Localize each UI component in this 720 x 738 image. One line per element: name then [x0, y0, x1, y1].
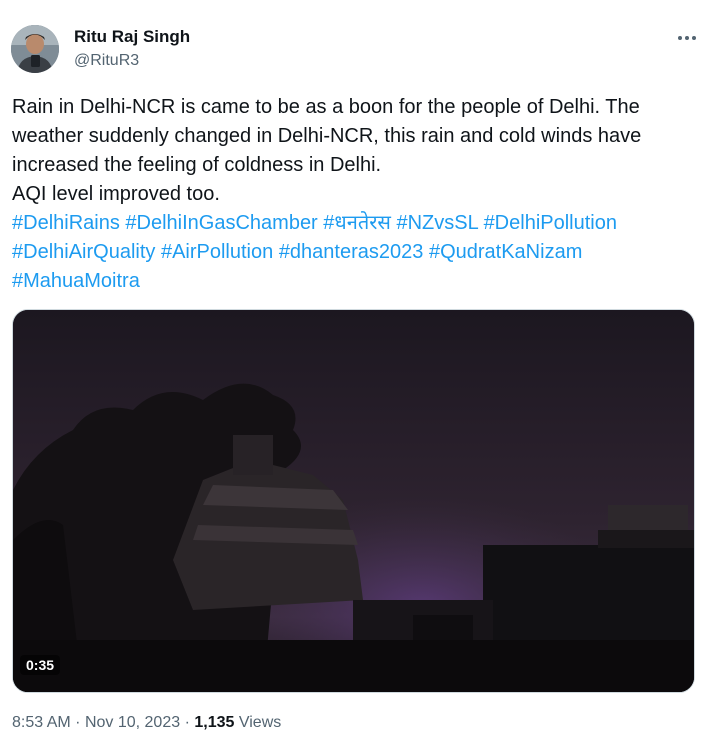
- hashtag-link[interactable]: #NZvsSL: [396, 212, 478, 234]
- tweet-date[interactable]: Nov 10, 2023: [85, 714, 180, 731]
- hashtag-link[interactable]: #MahuaMoitra: [12, 270, 140, 292]
- tweet-text: Rain in Delhi-NCR is came to be as a boo…: [12, 93, 702, 296]
- video-frame: [13, 310, 694, 692]
- more-horizontal-icon: [678, 36, 682, 40]
- tweet-text-line: #DelhiRains #DelhiInGasChamber #धनतेरस #…: [12, 209, 702, 238]
- hashtag-link[interactable]: #dhanteras2023: [279, 241, 424, 263]
- tweet-text-line: #MahuaMoitra: [12, 267, 702, 296]
- video-duration-badge: 0:35: [20, 655, 61, 675]
- tweet-text-segment: Rain in Delhi-NCR is came to be as a boo…: [12, 96, 640, 118]
- views-label: Views: [238, 714, 282, 731]
- tweet-text-line: AQI level improved too.: [12, 180, 702, 209]
- hashtag-link[interactable]: #AirPollution: [161, 241, 273, 263]
- tweet-text-line: #DelhiAirQuality #AirPollution #dhantera…: [12, 238, 702, 267]
- hashtag-link[interactable]: #DelhiPollution: [484, 212, 617, 234]
- tweet-meta: 8:53 AM · Nov 10, 2023 · 1,135 Views: [12, 714, 281, 732]
- more-horizontal-icon-dot: [685, 36, 689, 40]
- tweet-card: Ritu Raj Singh @RituR3 Rain in Delhi-NCR…: [0, 0, 720, 738]
- meta-separator: ·: [75, 714, 81, 731]
- more-horizontal-icon-dot: [692, 36, 696, 40]
- hashtag-link[interactable]: #DelhiRains: [12, 212, 120, 234]
- avatar-photo: [11, 25, 59, 73]
- tweet-text-line: increased the feeling of coldness in Del…: [12, 151, 702, 180]
- more-options-button[interactable]: [674, 28, 700, 48]
- avatar[interactable]: [11, 25, 59, 73]
- video-player[interactable]: [12, 309, 695, 693]
- hashtag-link[interactable]: #DelhiAirQuality: [12, 241, 155, 263]
- tweet-time[interactable]: 8:53 AM: [12, 714, 71, 731]
- tweet-text-line: Rain in Delhi-NCR is came to be as a boo…: [12, 93, 702, 122]
- views-count: 1,135: [194, 714, 235, 731]
- tweet-text-segment: increased the feeling of coldness in Del…: [12, 154, 382, 176]
- tweet-text-segment: AQI level improved too.: [12, 183, 220, 205]
- hashtag-link[interactable]: #DelhiInGasChamber: [125, 212, 317, 234]
- meta-separator: ·: [184, 714, 190, 731]
- hashtag-link[interactable]: #धनतेरस: [323, 212, 391, 234]
- tweet-text-segment: weather suddenly changed in Delhi-NCR, t…: [12, 125, 642, 147]
- tweet-text-line: weather suddenly changed in Delhi-NCR, t…: [12, 122, 702, 151]
- author-display-name[interactable]: Ritu Raj Singh: [74, 27, 190, 47]
- author-handle[interactable]: @RituR3: [74, 52, 139, 70]
- hashtag-link[interactable]: #QudratKaNizam: [429, 241, 582, 263]
